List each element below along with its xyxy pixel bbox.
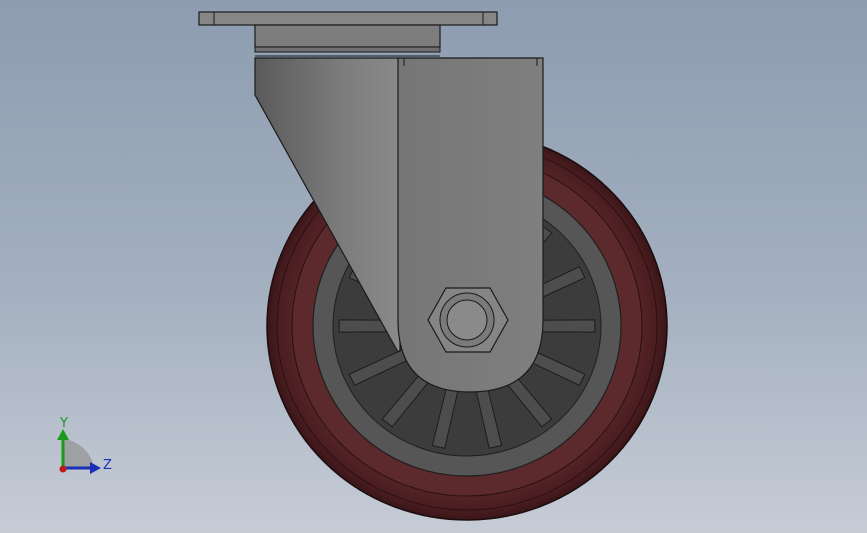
z-axis-arrow <box>90 462 101 474</box>
model-canvas[interactable]: Y Z <box>0 0 867 533</box>
axle-nut[interactable] <box>427 287 509 353</box>
top-plate[interactable] <box>198 11 498 57</box>
z-axis-label: Z <box>103 458 112 473</box>
y-axis-label: Y <box>59 416 68 431</box>
swivel-race <box>254 24 441 48</box>
triad-plane-fill <box>63 438 94 468</box>
triad-origin <box>59 465 67 473</box>
axle-bolt <box>446 299 488 341</box>
graphics-viewport[interactable]: Y Z <box>0 0 867 533</box>
orientation-triad[interactable]: Y Z <box>57 416 112 474</box>
mount-plate <box>198 11 498 26</box>
